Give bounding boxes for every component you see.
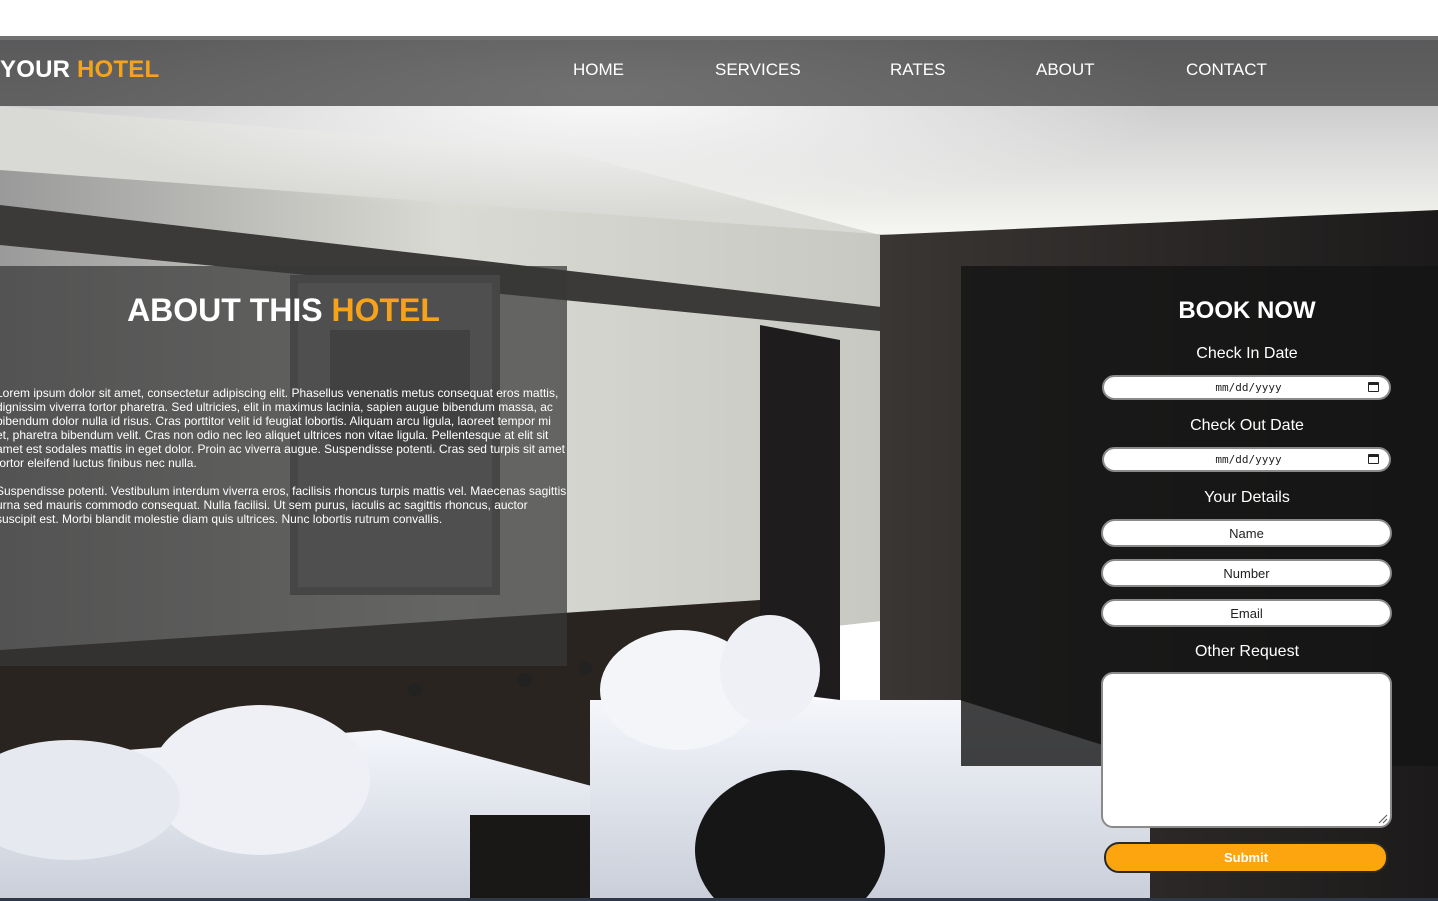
check-out-label: Check Out Date — [1190, 417, 1304, 434]
about-paragraph-2: Suspendisse potenti. Vestibulum interdum… — [0, 484, 567, 526]
brand-logo[interactable]: YOUR HOTEL — [0, 56, 159, 84]
brand-prefix: YOUR — [0, 56, 71, 83]
number-input[interactable] — [1101, 559, 1392, 587]
about-panel: ABOUT THIS HOTEL Lorem ipsum dolor sit a… — [0, 266, 567, 666]
resize-grip-icon[interactable] — [1378, 814, 1388, 824]
nav-link-about[interactable]: ABOUT — [1036, 60, 1095, 80]
nav-link-rates[interactable]: RATES — [890, 60, 945, 80]
check-in-date-value: mm/dd/yyyy — [1215, 381, 1282, 394]
about-title: ABOUT THIS HOTEL — [0, 292, 567, 329]
check-in-date-field[interactable]: mm/dd/yyyy — [1102, 375, 1391, 400]
your-details-label: Your Details — [1204, 489, 1290, 506]
other-request-textarea[interactable] — [1101, 672, 1392, 828]
about-paragraph-1: Lorem ipsum dolor sit amet, consectetur … — [0, 386, 565, 470]
check-in-label: Check In Date — [1196, 345, 1298, 362]
other-request-label: Other Request — [1194, 643, 1300, 660]
submit-button[interactable]: Submit — [1104, 842, 1388, 873]
nav-link-services[interactable]: SERVICES — [715, 60, 801, 80]
calendar-icon[interactable] — [1368, 454, 1379, 464]
check-out-date-value: mm/dd/yyyy — [1215, 453, 1282, 466]
nav-link-home[interactable]: HOME — [573, 60, 624, 80]
about-title-accent: HOTEL — [331, 292, 440, 328]
email-input[interactable] — [1101, 599, 1392, 627]
calendar-icon[interactable] — [1368, 382, 1379, 392]
check-out-date-field[interactable]: mm/dd/yyyy — [1102, 447, 1391, 472]
brand-accent: HOTEL — [77, 56, 160, 83]
nav-link-contact[interactable]: CONTACT — [1186, 60, 1267, 80]
booking-title: BOOK NOW — [1178, 297, 1316, 324]
name-input[interactable] — [1101, 519, 1392, 547]
about-title-prefix: ABOUT THIS — [127, 292, 323, 328]
top-navbar: YOUR HOTEL HOME SERVICES RATES ABOUT CON… — [0, 36, 1438, 106]
hotel-page: YOUR HOTEL HOME SERVICES RATES ABOUT CON… — [0, 0, 1438, 901]
